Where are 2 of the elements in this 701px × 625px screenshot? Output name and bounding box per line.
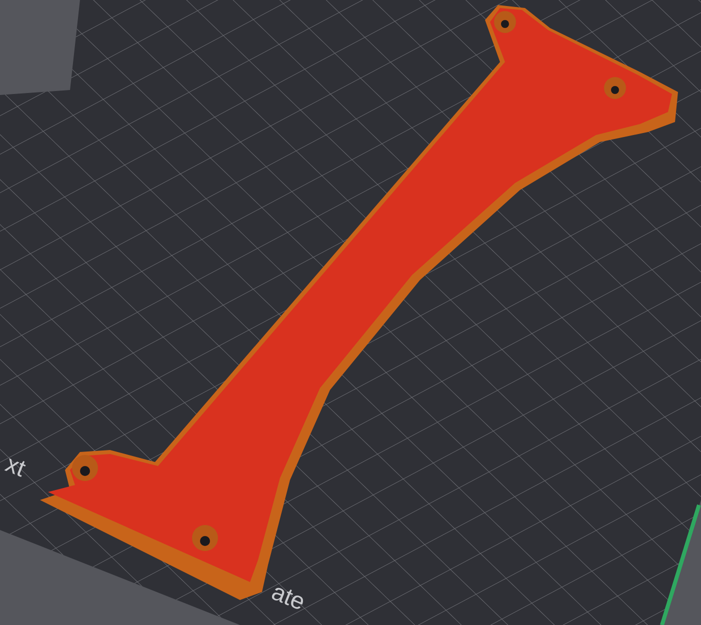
bed-label-text: ate (268, 578, 309, 616)
bed-label-text: xt (2, 450, 30, 483)
